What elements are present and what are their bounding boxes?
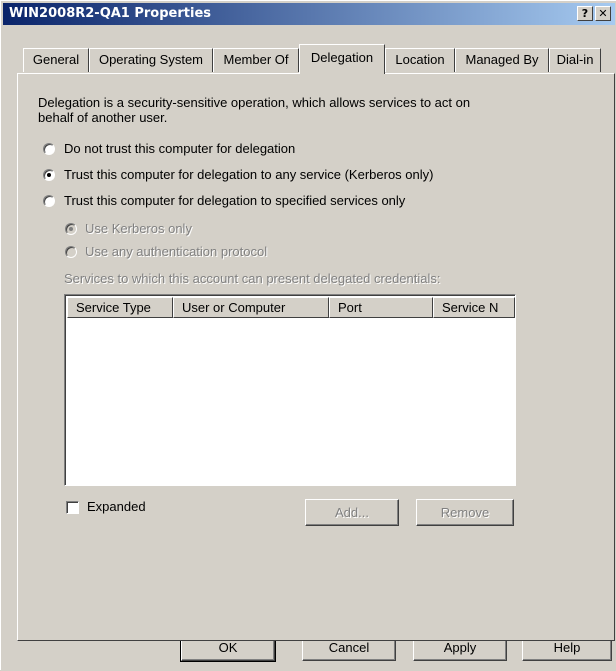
option-trust-any-label[interactable]: Trust this computer for delegation to an… bbox=[64, 167, 433, 182]
services-list[interactable]: Service Type User or Computer Port Servi… bbox=[64, 294, 516, 486]
radio-trust-specified[interactable] bbox=[43, 195, 55, 207]
option-do-not-trust-label[interactable]: Do not trust this computer for delegatio… bbox=[64, 141, 295, 156]
option-trust-specified-label[interactable]: Trust this computer for delegation to sp… bbox=[64, 193, 405, 208]
option-any-auth-label: Use any authentication protocol bbox=[85, 244, 268, 259]
column-service-name[interactable]: Service N bbox=[433, 297, 515, 318]
services-label: Services to which this account can prese… bbox=[64, 271, 441, 286]
delegation-description: Delegation is a security-sensitive opera… bbox=[38, 95, 471, 110]
option-kerberos-only-label: Use Kerberos only bbox=[85, 221, 192, 236]
expanded-checkbox[interactable] bbox=[66, 501, 79, 514]
column-service-type[interactable]: Service Type bbox=[67, 297, 173, 318]
expanded-label[interactable]: Expanded bbox=[87, 499, 146, 514]
radio-do-not-trust[interactable] bbox=[43, 143, 55, 155]
properties-dialog: WIN2008R2-QA1 Properties ? ✕ General Ope… bbox=[0, 0, 616, 670]
add-button[interactable]: Add... bbox=[305, 499, 399, 526]
column-port[interactable]: Port bbox=[329, 297, 433, 318]
radio-kerberos-only[interactable] bbox=[65, 223, 77, 235]
radio-any-auth-protocol[interactable] bbox=[65, 246, 77, 258]
delegation-description-cont: behalf of another user. bbox=[38, 110, 168, 125]
column-user-or-computer[interactable]: User or Computer bbox=[173, 297, 329, 318]
radio-trust-any-service[interactable] bbox=[43, 169, 55, 181]
remove-button[interactable]: Remove bbox=[416, 499, 514, 526]
